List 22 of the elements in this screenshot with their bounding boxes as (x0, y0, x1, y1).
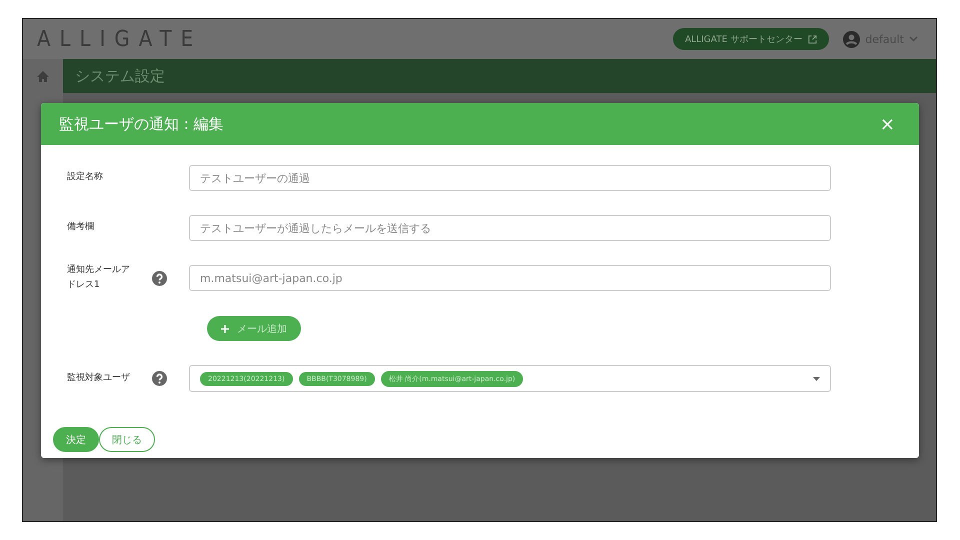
confirm-button[interactable]: 決定 (53, 427, 99, 452)
dialog-title: 監視ユーザの通知 : 編集 (59, 114, 224, 134)
home-icon (37, 71, 49, 82)
dropdown-caret-icon (813, 376, 820, 381)
external-link-icon (808, 34, 818, 44)
input-field[interactable]: テストユーザーの通過 (189, 165, 831, 191)
page-title-bar: システム設定 (63, 59, 936, 93)
input-field[interactable]: m.matsui@art-japan.co.jp (189, 265, 831, 292)
input-field[interactable]: テストユーザーが通過したらメールを送信する (189, 215, 831, 241)
plus-icon (221, 324, 229, 333)
help-icon[interactable] (152, 270, 167, 286)
field-label: 備考欄 (67, 220, 95, 234)
chevron-down-icon (909, 36, 918, 42)
field-label: 監視対象ユーザ (67, 372, 131, 385)
field-label: 設定名称 (67, 170, 104, 184)
close-button[interactable]: × (874, 112, 901, 136)
field-label: 通知先メールアドレス1 (67, 264, 131, 292)
user-avatar-icon (843, 30, 860, 48)
close-dialog-button[interactable]: 閉じる (99, 427, 155, 452)
help-icon[interactable] (152, 371, 167, 386)
add-email-button[interactable]: メール追加 (207, 316, 301, 342)
support-center-button[interactable]: ALLIGATE サポートセンター (672, 28, 830, 50)
